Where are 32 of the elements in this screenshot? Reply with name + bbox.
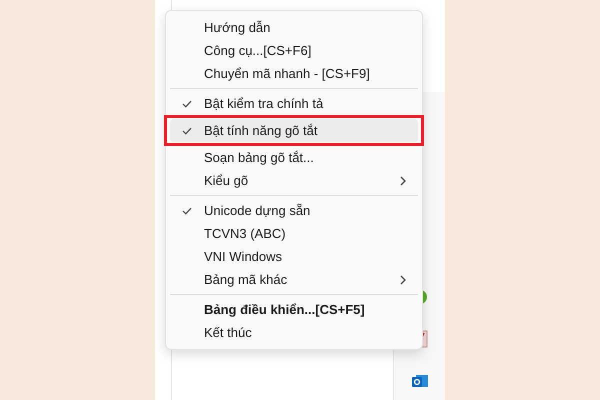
menu-item[interactable]: Soạn bảng gõ tắt... [170,146,418,169]
menu-item-label: Hướng dẫn [204,18,270,37]
menu-item-label: TCVN3 (ABC) [204,224,286,243]
menu-item[interactable]: Bảng điều khiển...[CS+F5] [170,298,418,321]
menu-item[interactable]: Hướng dẫn [170,16,418,39]
menu-item[interactable]: Bật kiểm tra chính tả [170,92,418,115]
checkmark-icon [182,206,192,214]
menu-item-label: Unicode dựng sẵn [204,202,310,220]
chevron-right-icon [400,176,406,186]
menu-item-label: Soạn bảng gõ tắt... [204,148,314,167]
menu-item[interactable]: Bật tính năng gõ tắt [170,119,418,142]
menu-item[interactable]: Kiểu gõ [170,169,418,192]
menu-item[interactable]: Kết thúc [170,321,418,344]
menu-item-label: Bật kiểm tra chính tả [204,94,324,113]
menu-item-label: Kết thúc [204,324,252,342]
menu-item-label: Bật tính năng gõ tắt [204,122,318,140]
menu-item[interactable]: Unicode dựng sẵn [170,199,418,222]
menu-item[interactable]: Chuyển mã nhanh - [CS+F9] [170,62,418,85]
menu-item-label: Công cụ...[CS+F6] [204,42,312,60]
menu-item[interactable]: Công cụ...[CS+F6] [170,39,418,62]
checkmark-icon [182,126,192,134]
menu-item[interactable]: VNI Windows [170,245,418,268]
checkmark-icon [182,100,192,108]
menu-item[interactable]: Bảng mã khác [170,268,418,291]
mail-app-icon[interactable] [410,372,428,390]
menu-item-label: Bảng điều khiển...[CS+F5] [204,300,365,319]
chevron-right-icon [400,274,406,284]
menu-item-label: Chuyển mã nhanh - [CS+F9] [204,64,370,83]
menu-item[interactable]: TCVN3 (ABC) [170,222,418,245]
menu-item-label: VNI Windows [204,248,282,266]
menu-item-label: Kiểu gõ [204,172,248,190]
menu-item-label: Bảng mã khác [204,270,288,289]
